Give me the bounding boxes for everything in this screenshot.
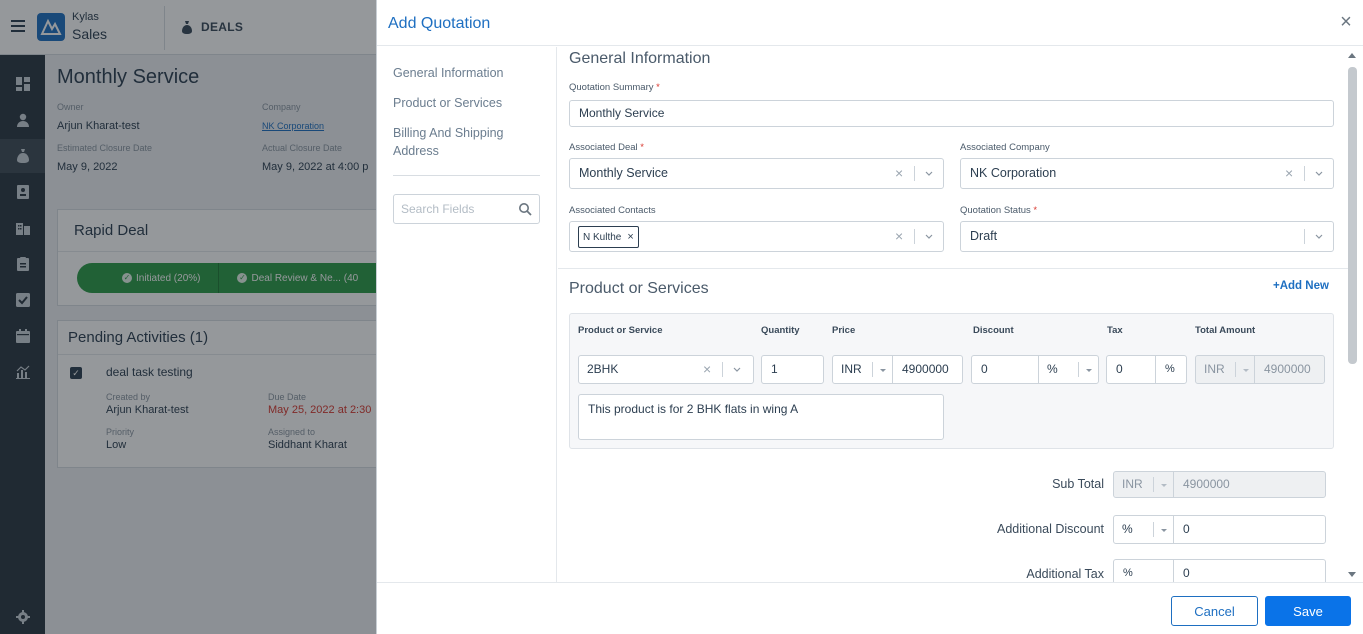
product-line-box: Product or Service Quantity Price Discou…: [569, 313, 1334, 449]
caret-down-icon: [1243, 369, 1249, 372]
col-tax: Tax: [1107, 325, 1123, 336]
discount-type-select[interactable]: %: [1038, 355, 1099, 384]
label-text: Associated Deal: [569, 142, 638, 153]
associated-deal-label: Associated Deal *: [569, 142, 644, 153]
contact-tag: N Kulthe ×: [578, 226, 639, 248]
associated-deal-select[interactable]: Monthly Service ×: [569, 158, 944, 189]
additional-tax-unit: %: [1113, 559, 1174, 582]
clear-icon[interactable]: ×: [703, 356, 711, 383]
save-button[interactable]: Save: [1265, 596, 1351, 626]
select-value: Draft: [970, 229, 998, 243]
price-currency-select[interactable]: INR: [832, 355, 893, 384]
sub-total-label: Sub Total: [1052, 477, 1104, 491]
section-divider: [558, 268, 1348, 269]
discount-input[interactable]: 0: [971, 355, 1039, 384]
discount-type-value: %: [1122, 522, 1133, 536]
modal-header: Add Quotation ×: [377, 0, 1363, 46]
contact-tag-label: N Kulthe: [583, 232, 622, 243]
search-icon[interactable]: [518, 202, 532, 216]
discount-type-value: %: [1047, 362, 1058, 376]
scroll-up-arrow-icon[interactable]: [1348, 53, 1356, 58]
clear-icon[interactable]: ×: [1285, 159, 1293, 188]
additional-discount-label: Additional Discount: [996, 522, 1104, 536]
total-currency-select: INR: [1195, 355, 1255, 384]
modal-footer: Cancel Save: [377, 582, 1363, 634]
subtotal-currency: INR: [1113, 471, 1174, 498]
sub-total-field: 4900000: [1173, 471, 1326, 498]
modal-overlay[interactable]: [0, 0, 376, 634]
associated-company-select[interactable]: NK Corporation ×: [960, 158, 1334, 189]
add-quotation-modal: Add Quotation × General Information Prod…: [376, 0, 1363, 634]
total-amount-field: 4900000: [1254, 355, 1325, 384]
add-new-product-button[interactable]: +Add New: [1273, 280, 1329, 292]
caret-down-icon: [1161, 484, 1167, 487]
section-nav: General Information Product or Services …: [377, 47, 557, 582]
tax-input[interactable]: 0: [1106, 355, 1156, 384]
currency-value: INR: [1204, 362, 1225, 376]
tax-unit: %: [1155, 355, 1187, 384]
additional-discount-type[interactable]: %: [1113, 515, 1174, 544]
add-new-label: Add New: [1279, 280, 1329, 292]
associated-contacts-select[interactable]: N Kulthe × ×: [569, 221, 944, 252]
chevron-down-icon: [733, 367, 741, 372]
nav-general-information[interactable]: General Information: [393, 64, 543, 82]
form-scrollbar[interactable]: [1345, 47, 1359, 582]
scrollbar-thumb[interactable]: [1348, 67, 1357, 364]
caret-down-icon: [880, 369, 886, 372]
currency-value: INR: [841, 362, 862, 376]
chevron-down-icon: [1315, 234, 1323, 239]
price-input[interactable]: 4900000: [892, 355, 963, 384]
chevron-down-icon: [925, 171, 933, 176]
close-icon[interactable]: ×: [1338, 12, 1354, 32]
scroll-down-arrow-icon[interactable]: [1348, 572, 1356, 577]
associated-company-label: Associated Company: [960, 142, 1050, 153]
quantity-input[interactable]: 1: [761, 355, 824, 384]
product-description-textarea[interactable]: This product is for 2 BHK flats in wing …: [578, 394, 944, 440]
additional-discount-input[interactable]: 0: [1173, 515, 1326, 544]
quotation-summary-input[interactable]: Monthly Service: [569, 100, 1334, 127]
select-value: NK Corporation: [970, 166, 1057, 180]
general-info-heading: General Information: [569, 50, 711, 67]
select-value: Monthly Service: [579, 166, 668, 180]
search-fields-input[interactable]: [401, 196, 516, 222]
col-price: Price: [832, 325, 856, 336]
plus-icon: +: [1273, 280, 1280, 292]
quotation-summary-label: Quotation Summary *: [569, 82, 660, 93]
additional-tax-input[interactable]: 0: [1173, 559, 1326, 582]
search-fields-box: [393, 194, 540, 224]
modal-title: Add Quotation: [388, 15, 491, 32]
products-heading: Product or Services: [569, 280, 709, 297]
currency-value: INR: [1122, 477, 1143, 491]
nav-divider: [393, 175, 540, 176]
product-value: 2BHK: [587, 362, 619, 376]
remove-tag-icon[interactable]: ×: [627, 231, 633, 243]
clear-icon[interactable]: ×: [895, 159, 903, 188]
col-product: Product or Service: [578, 325, 663, 336]
quotation-status-select[interactable]: Draft: [960, 221, 1334, 252]
nav-product-or-services[interactable]: Product or Services: [393, 94, 543, 112]
col-total: Total Amount: [1195, 325, 1256, 336]
chevron-down-icon: [1315, 171, 1323, 176]
form-body: General Information Quotation Summary * …: [558, 47, 1348, 582]
col-quantity: Quantity: [761, 325, 800, 336]
clear-icon[interactable]: ×: [895, 222, 903, 251]
product-select[interactable]: 2BHK ×: [578, 355, 754, 384]
nav-billing-shipping[interactable]: Billing And Shipping Address: [393, 124, 543, 160]
quotation-status-label: Quotation Status *: [960, 205, 1038, 216]
chevron-down-icon: [925, 234, 933, 239]
cancel-button[interactable]: Cancel: [1171, 596, 1258, 626]
label-text: Quotation Status: [960, 205, 1031, 216]
col-discount: Discount: [973, 325, 1014, 336]
caret-down-icon: [1086, 369, 1092, 372]
associated-contacts-label: Associated Contacts: [569, 205, 656, 216]
additional-tax-label: Additional Tax: [1026, 567, 1104, 581]
label-text: Quotation Summary: [569, 82, 654, 93]
caret-down-icon: [1161, 529, 1167, 532]
